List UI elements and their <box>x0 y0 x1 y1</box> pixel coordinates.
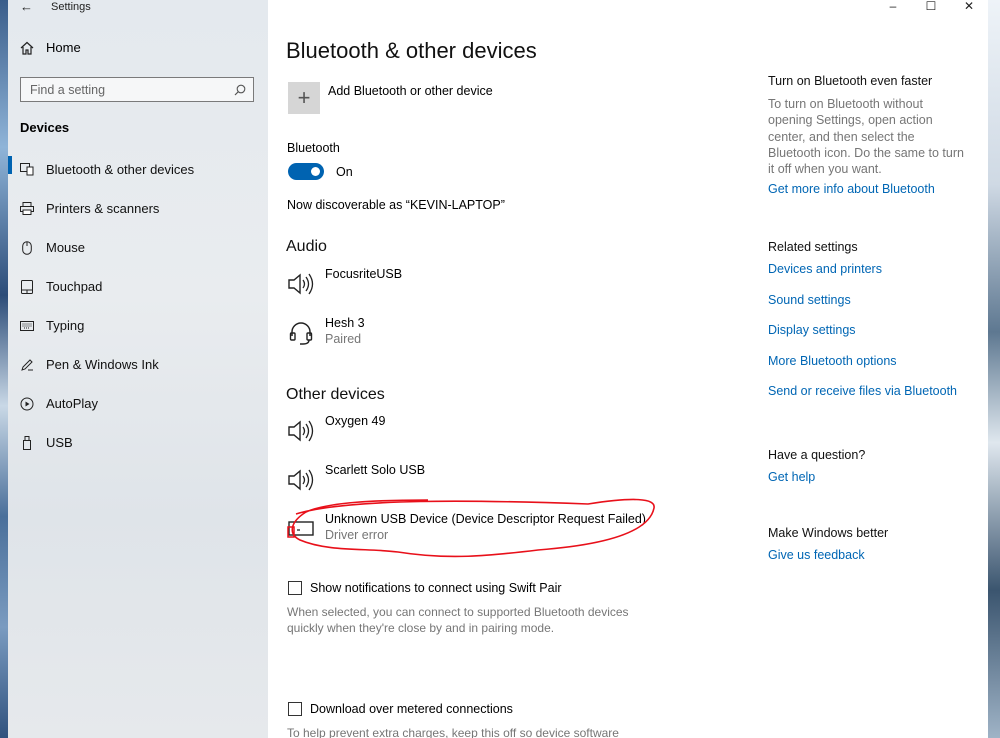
home-icon <box>20 41 34 55</box>
back-arrow-icon[interactable]: ← <box>20 0 33 13</box>
keyboard-icon <box>20 319 34 333</box>
sidebar: ← Settings Home Find a setting Devices B… <box>8 0 268 738</box>
window-controls: – ☐ ✕ <box>874 0 988 13</box>
sidebar-item-mouse[interactable]: Mouse <box>8 228 268 267</box>
sidebar-item-pen[interactable]: Pen & Windows Ink <box>8 345 268 384</box>
device-name: Scarlett Solo USB <box>325 463 426 477</box>
feedback-section: Make Windows better Give us feedback <box>768 526 888 562</box>
window-title: Settings <box>51 1 91 13</box>
nav-home[interactable]: Home <box>20 40 81 55</box>
sidebar-item-label: Pen & Windows Ink <box>46 357 159 372</box>
other-devices-heading: Other devices <box>286 386 385 403</box>
autoplay-icon <box>20 397 34 411</box>
sidebar-item-label: AutoPlay <box>46 396 99 411</box>
speaker-icon <box>287 466 315 494</box>
device-name: FocusriteUSB <box>325 267 403 281</box>
sidebar-item-label: Mouse <box>46 240 86 255</box>
swift-pair-checkbox[interactable] <box>288 581 302 595</box>
send-receive-files-link[interactable]: Send or receive files via Bluetooth <box>768 384 957 398</box>
maximize-button[interactable]: ☐ <box>912 0 950 13</box>
give-feedback-link[interactable]: Give us feedback <box>768 548 888 562</box>
bluetooth-toggle-row: On <box>288 163 353 180</box>
pen-icon <box>20 358 34 372</box>
bluetooth-info-link[interactable]: Get more info about Bluetooth <box>768 182 968 196</box>
add-device-button[interactable]: + Add Bluetooth or other device <box>288 82 493 114</box>
desktop-background-left <box>0 0 8 738</box>
bluetooth-faster-section: Turn on Bluetooth even faster To turn on… <box>768 74 968 196</box>
get-help-link[interactable]: Get help <box>768 470 865 484</box>
speaker-icon <box>287 417 315 445</box>
audio-heading: Audio <box>286 238 327 255</box>
bluetooth-label: Bluetooth <box>287 141 340 155</box>
sidebar-item-label: Bluetooth & other devices <box>46 162 195 177</box>
device-name: Hesh 3 <box>325 316 365 330</box>
device-status: Paired <box>325 332 362 346</box>
sidebar-item-label: USB <box>46 435 73 450</box>
search-icon <box>234 84 246 95</box>
minimize-button[interactable]: – <box>874 0 912 13</box>
sidebar-item-label: Printers & scanners <box>46 201 160 216</box>
add-device-label: Add Bluetooth or other device <box>328 84 493 98</box>
main-pane: – ☐ ✕ Bluetooth & other devices + Add Bl… <box>268 0 988 738</box>
device-name: Unknown USB Device (Device Descriptor Re… <box>325 512 646 526</box>
device-name: Oxygen 49 <box>325 414 386 428</box>
plus-icon: + <box>288 82 320 114</box>
usb-device-error-icon <box>287 515 315 543</box>
metered-checkbox-row[interactable]: Download over metered connections <box>288 702 513 716</box>
device-status: Driver error <box>325 528 389 542</box>
faster-body: To turn on Bluetooth without opening Set… <box>768 97 964 177</box>
swift-pair-label: Show notifications to connect using Swif… <box>310 581 562 595</box>
question-section: Have a question? Get help <box>768 448 865 484</box>
metered-help: To help prevent extra charges, keep this… <box>287 726 619 738</box>
metered-label: Download over metered connections <box>310 702 513 716</box>
question-heading: Have a question? <box>768 448 866 462</box>
sound-settings-link[interactable]: Sound settings <box>768 293 957 307</box>
more-bluetooth-options-link[interactable]: More Bluetooth options <box>768 354 957 368</box>
device-oxygen49[interactable]: Oxygen 49 <box>287 413 385 445</box>
device-unknown-usb[interactable]: Unknown USB Device (Device Descriptor Re… <box>287 511 646 543</box>
bluetooth-state: On <box>336 164 353 179</box>
headset-icon <box>287 319 315 347</box>
sidebar-item-typing[interactable]: Typing <box>8 306 268 345</box>
sidebar-item-autoplay[interactable]: AutoPlay <box>8 384 268 423</box>
bluetooth-toggle[interactable] <box>288 163 324 180</box>
device-scarlett[interactable]: Scarlett Solo USB <box>287 462 425 494</box>
speaker-icon <box>287 270 315 298</box>
metered-checkbox[interactable] <box>288 702 302 716</box>
close-button[interactable]: ✕ <box>950 0 988 13</box>
sidebar-item-label: Typing <box>46 318 85 333</box>
printer-icon <box>20 202 34 216</box>
page-title: Bluetooth & other devices <box>286 38 537 63</box>
related-settings-section: Related settings Devices and printers So… <box>768 240 957 398</box>
sidebar-item-label: Touchpad <box>46 279 103 294</box>
sidebar-nav: Bluetooth & other devices Printers & sca… <box>8 150 268 462</box>
nav-home-label: Home <box>46 40 81 55</box>
section-heading-devices: Devices <box>20 120 70 135</box>
touchpad-icon <box>20 279 34 294</box>
device-hesh3[interactable]: Hesh 3 Paired <box>287 315 365 347</box>
search-placeholder: Find a setting <box>30 82 106 97</box>
titlebar: ← Settings <box>20 0 91 14</box>
search-input[interactable]: Find a setting <box>20 77 254 102</box>
usb-icon <box>20 435 34 450</box>
faster-heading: Turn on Bluetooth even faster <box>768 74 933 88</box>
devices-printers-link[interactable]: Devices and printers <box>768 262 957 276</box>
bluetooth-devices-icon <box>20 163 34 177</box>
display-settings-link[interactable]: Display settings <box>768 323 957 337</box>
sidebar-item-usb[interactable]: USB <box>8 423 268 462</box>
related-settings-heading: Related settings <box>768 240 858 254</box>
swift-pair-checkbox-row[interactable]: Show notifications to connect using Swif… <box>288 581 562 595</box>
sidebar-item-touchpad[interactable]: Touchpad <box>8 267 268 306</box>
device-focusrite[interactable]: FocusriteUSB <box>287 266 402 298</box>
desktop-background-right <box>988 0 1000 738</box>
sidebar-item-printers[interactable]: Printers & scanners <box>8 189 268 228</box>
swift-pair-help: When selected, you can connect to suppor… <box>287 605 629 635</box>
mouse-icon <box>20 240 34 255</box>
discoverable-text: Now discoverable as “KEVIN-LAPTOP” <box>287 198 505 212</box>
feedback-heading: Make Windows better <box>768 526 889 540</box>
sidebar-item-bluetooth[interactable]: Bluetooth & other devices <box>8 150 268 189</box>
